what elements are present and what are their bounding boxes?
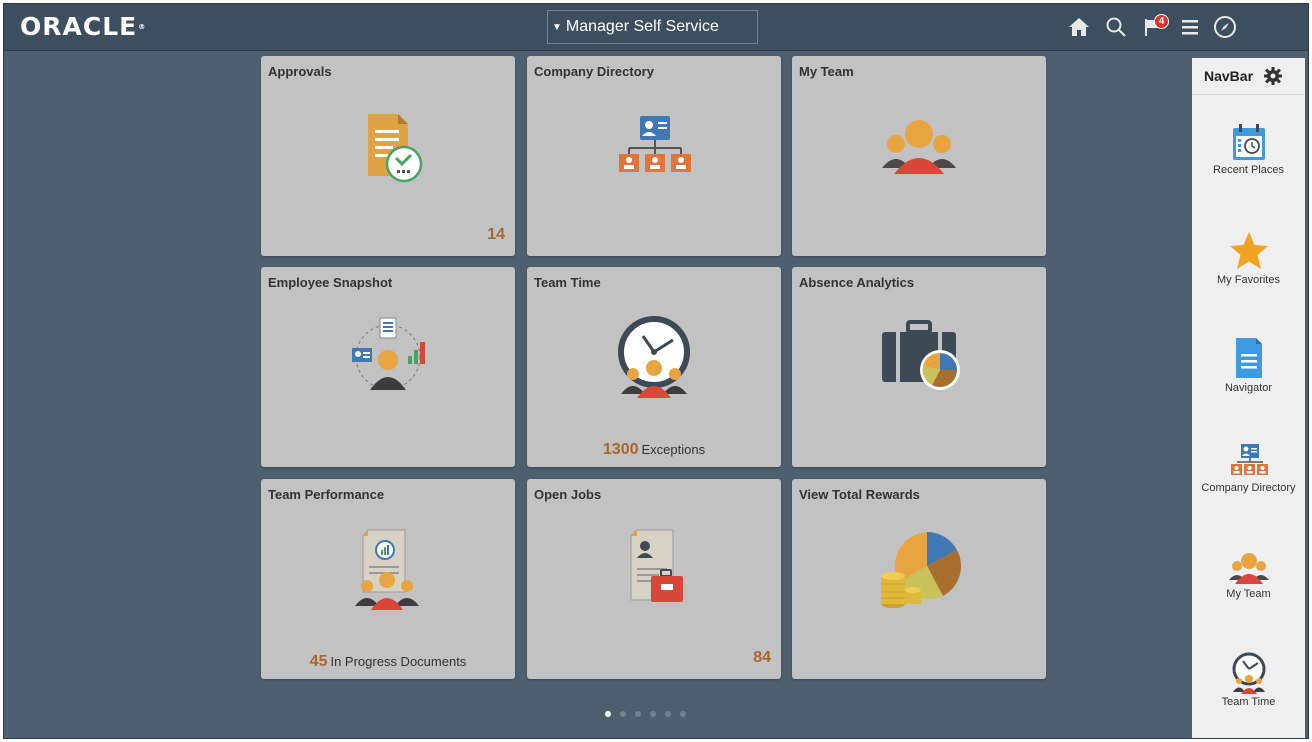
tile-count-label: In Progress Documents [330, 654, 467, 669]
tile-title: My Team [799, 64, 854, 79]
page-dot-1[interactable] [605, 711, 611, 717]
navbar-item-navigator[interactable]: Navigator [1192, 336, 1305, 394]
tile-count: 14 [487, 226, 505, 243]
navbar-compass-icon [1214, 16, 1236, 38]
navbar-title: NavBar [1204, 68, 1254, 84]
tile-count: 84 [753, 649, 771, 666]
my-team-icon [1228, 553, 1269, 584]
tile-count-row: 1300 Exceptions [527, 441, 781, 459]
tile-view-total-rewards[interactable]: View Total Rewards [792, 479, 1046, 679]
tile-team-performance[interactable]: Team Performance 45In Progress Document [261, 479, 515, 679]
home-icon [1069, 18, 1089, 36]
home-button[interactable] [1064, 12, 1094, 42]
search-button[interactable] [1101, 12, 1131, 42]
page-dot-3[interactable] [635, 711, 641, 717]
employee-snapshot-icon [352, 317, 425, 390]
app-frame: ORACLE® ▼ Manager Self Service 4 Approva… [3, 3, 1309, 739]
logo-text: ORACLE [20, 12, 138, 41]
company-directory-icon [619, 116, 691, 172]
tile-my-team[interactable]: My Team [792, 56, 1046, 256]
page-dot-5[interactable] [665, 711, 671, 717]
page-dot-6[interactable] [680, 711, 686, 717]
navbar-item-label: Navigator [1224, 382, 1273, 394]
tile-team-time[interactable]: Team Time 1300 Exceptions [527, 267, 781, 467]
absence-analytics-icon [882, 320, 960, 390]
navbar-item-label: My Favorites [1217, 274, 1280, 286]
navbar-item-recent-places[interactable]: Recent Places [1192, 122, 1305, 176]
tile-company-directory[interactable]: Company Directory [527, 56, 781, 256]
navbar-header: NavBar [1192, 58, 1305, 95]
navbar-item-label: Team Time [1221, 696, 1276, 708]
tile-count-label: Exceptions [641, 442, 706, 457]
header-bar: ORACLE® ▼ Manager Self Service 4 [4, 4, 1308, 51]
tile-title: Absence Analytics [799, 275, 915, 290]
search-icon [1106, 17, 1126, 37]
tile-count: 1300 [602, 441, 639, 458]
navbar-item-label: My Team [1226, 588, 1271, 600]
page-dot-2[interactable] [620, 711, 626, 717]
homepage-selector-label: Manager Self Service [565, 18, 719, 35]
my-team-icon [882, 120, 956, 174]
tile-title: Team Performance [268, 487, 385, 502]
team-time-icon [618, 316, 690, 398]
gear-icon[interactable] [1263, 66, 1283, 86]
navbar-item-label: Company Directory [1201, 482, 1296, 494]
actions-menu-icon [1182, 20, 1198, 35]
navbar-panel: NavBar Recent Places My Favorites Naviga… [1192, 58, 1305, 738]
actions-menu-button[interactable] [1175, 12, 1205, 42]
tile-count-row: 45 In Progress Documents [261, 653, 515, 671]
tile-approvals[interactable]: Approvals 14 [261, 56, 515, 256]
tile-count: 45 [309, 653, 328, 670]
tile-title: Approvals [268, 64, 332, 79]
navigator-icon [1235, 338, 1262, 378]
navbar-item-company-directory[interactable]: Company Directory [1192, 442, 1305, 494]
navbar-button[interactable] [1210, 12, 1240, 42]
page-indicator [605, 711, 686, 717]
caret-down-icon: ▼ [552, 21, 562, 33]
company-directory-icon [1230, 444, 1268, 475]
navbar-item-label: Recent Places [1213, 164, 1284, 176]
page-dot-4[interactable] [650, 711, 656, 717]
favorites-star-icon [1229, 232, 1268, 269]
homepage-selector[interactable]: ▼ Manager Self Service [547, 10, 758, 44]
team-performance-icon [355, 529, 419, 610]
tile-absence-analytics[interactable]: Absence Analytics [792, 267, 1046, 467]
tile-open-jobs[interactable]: Open Jobs 84 [527, 479, 781, 679]
navbar-item-my-team[interactable]: My Team [1192, 550, 1305, 600]
notifications-button[interactable]: 4 [1138, 12, 1169, 42]
total-rewards-icon [881, 532, 961, 608]
open-jobs-icon [630, 529, 683, 602]
recent-places-icon [1232, 124, 1265, 160]
notification-badge: 4 [1154, 14, 1169, 29]
team-time-icon [1232, 652, 1265, 694]
tile-title: Open Jobs [534, 487, 602, 502]
approvals-icon [368, 114, 423, 183]
tile-employee-snapshot[interactable]: Employee Snapshot [261, 267, 515, 467]
navbar-item-my-favorites[interactable]: My Favorites [1192, 230, 1305, 286]
oracle-logo: ORACLE® [20, 12, 147, 41]
tile-title: View Total Rewards [799, 487, 920, 502]
tile-title: Employee Snapshot [268, 275, 393, 290]
tile-title: Team Time [534, 275, 601, 290]
tile-title: Company Directory [534, 64, 654, 79]
navbar-item-team-time[interactable]: Team Time [1192, 652, 1305, 708]
